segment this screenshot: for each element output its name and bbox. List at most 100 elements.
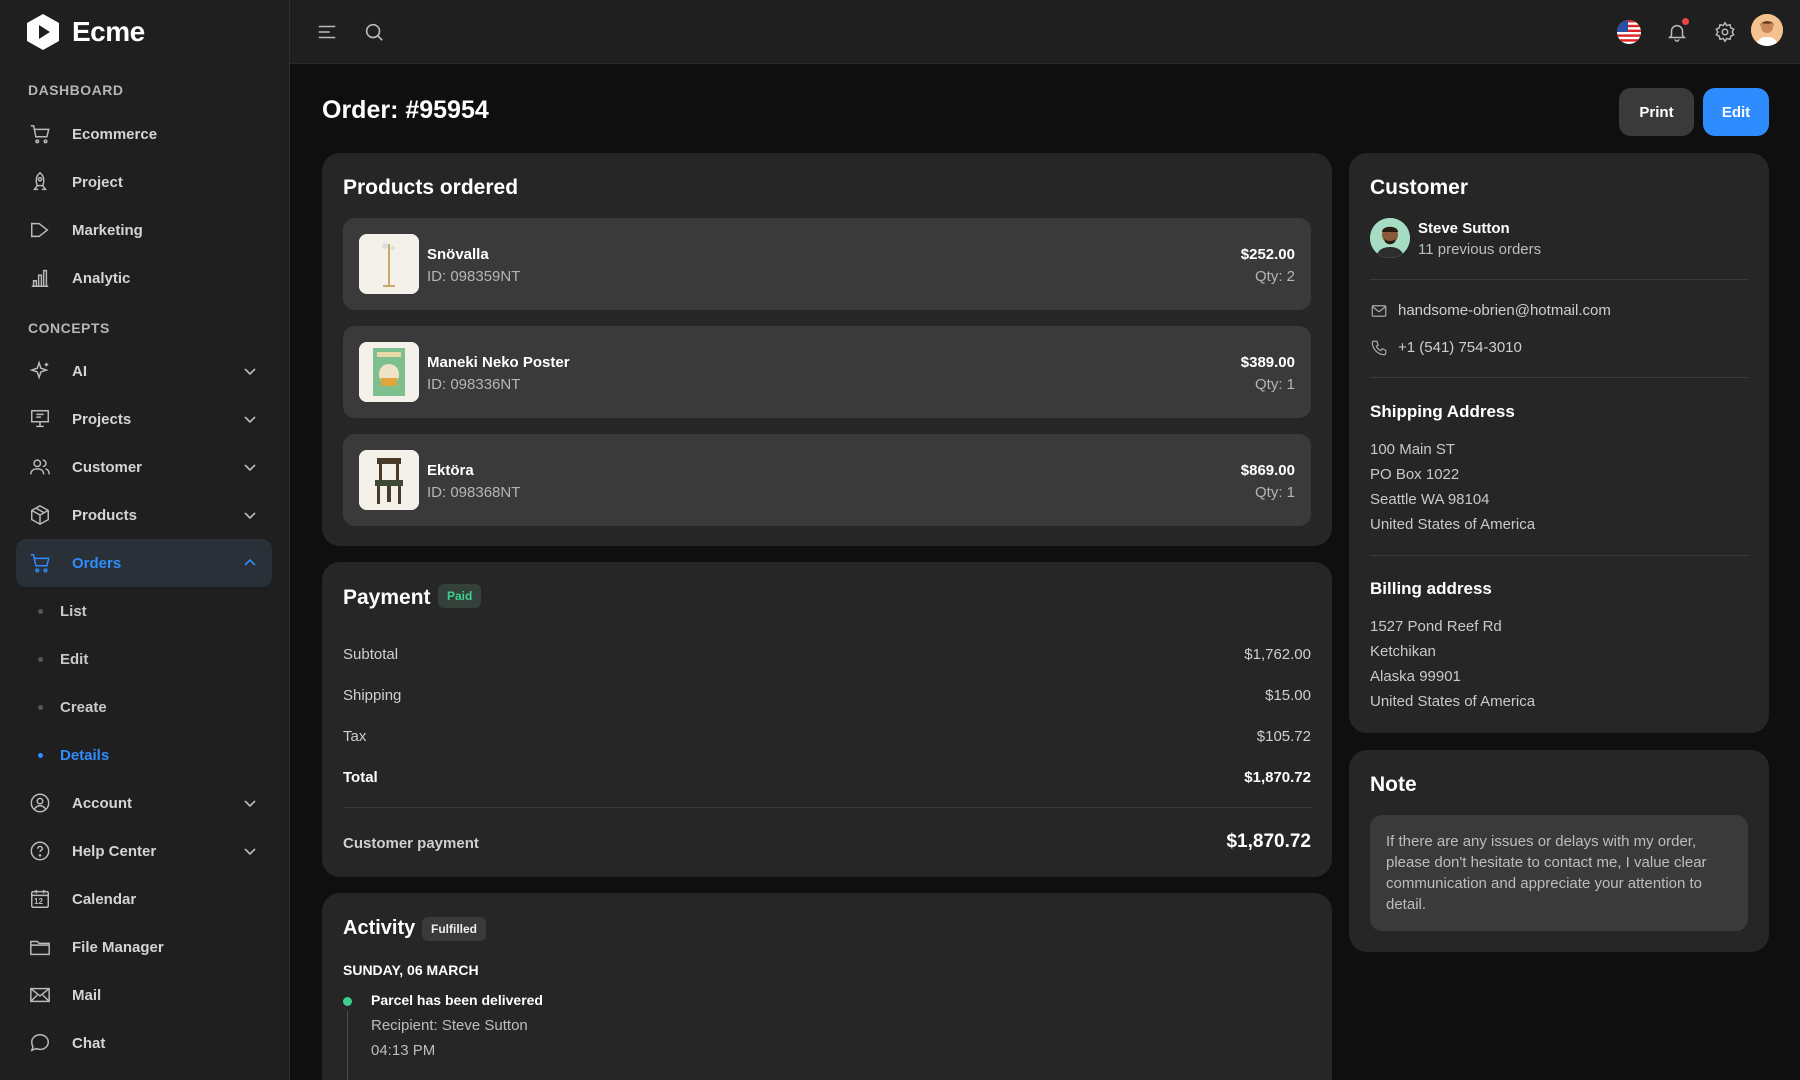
payment-value: $1,762.00 xyxy=(1244,646,1311,663)
product-price: $252.00 xyxy=(1240,246,1295,263)
sidebar-item-project[interactable]: Project xyxy=(16,158,272,206)
sidebar-item-marketing[interactable]: Marketing xyxy=(16,206,272,254)
phone-icon xyxy=(1370,339,1388,357)
sidebar-subitem-label: Create xyxy=(60,698,107,716)
chevron-up-icon xyxy=(244,558,256,566)
product-image-chair xyxy=(359,450,419,510)
customer-phone[interactable]: +1 (541) 754-3010 xyxy=(1398,339,1522,356)
search-icon[interactable] xyxy=(362,20,386,44)
customer-email[interactable]: handsome-obrien@hotmail.com xyxy=(1398,302,1611,319)
box-icon xyxy=(28,503,52,527)
sidebar-item-help-center[interactable]: Help Center xyxy=(16,827,272,875)
edit-button[interactable]: Edit xyxy=(1703,88,1769,136)
megaphone-icon xyxy=(28,218,52,242)
shipping-line: United States of America xyxy=(1370,516,1536,533)
sidebar-item-chat[interactable]: Chat xyxy=(16,1019,272,1067)
sidebar-subitem-create[interactable]: Create xyxy=(16,687,272,727)
product-qty: Qty: 1 xyxy=(1254,376,1295,393)
folder-icon xyxy=(28,935,52,959)
menu-toggle-icon[interactable] xyxy=(315,20,339,44)
sidebar-subitem-details[interactable]: Details xyxy=(16,735,272,775)
product-name: Ektöra xyxy=(427,462,474,479)
sidebar-item-label: Projects xyxy=(72,410,132,428)
sidebar-item-label: AI xyxy=(72,362,87,380)
status-badge: Paid xyxy=(438,584,482,608)
presentation-icon xyxy=(28,407,52,431)
sidebar-item-ai[interactable]: AI xyxy=(16,347,272,395)
customer-payment-value: $1,870.72 xyxy=(1226,831,1311,852)
customer-name[interactable]: Steve Sutton xyxy=(1418,220,1510,237)
sparkle-icon xyxy=(28,359,52,383)
payment-title: Payment xyxy=(343,586,431,609)
section-dashboard: DASHBOARD xyxy=(28,82,124,98)
activity-card: Activity Fulfilled SUNDAY, 06 MARCH Parc… xyxy=(322,893,1332,1080)
sidebar-subitem-edit[interactable]: Edit xyxy=(16,639,272,679)
sidebar-item-customer[interactable]: Customer xyxy=(16,443,272,491)
sidebar-item-calendar[interactable]: 12 Calendar xyxy=(16,875,272,923)
bar-chart-icon xyxy=(28,266,52,290)
status-badge: Fulfilled xyxy=(422,917,486,941)
sidebar-item-orders[interactable]: Orders xyxy=(16,539,272,587)
sidebar-item-ecommerce[interactable]: Ecommerce xyxy=(16,110,272,158)
chevron-down-icon xyxy=(244,368,256,376)
avatar[interactable] xyxy=(1751,14,1783,46)
payment-label: Total xyxy=(343,769,378,786)
sidebar-item-mail[interactable]: Mail xyxy=(16,971,272,1019)
payment-value: $1,870.72 xyxy=(1244,769,1311,786)
chevron-down-icon xyxy=(244,800,256,808)
divider xyxy=(343,807,1311,808)
brand[interactable]: Ecme xyxy=(24,12,145,52)
event-title: Parcel has been delivered xyxy=(371,992,543,1008)
customer-card: Customer Steve Sutton 11 previous orders… xyxy=(1349,153,1769,733)
us-flag-icon[interactable] xyxy=(1617,20,1641,44)
sidebar-item-label: Account xyxy=(72,794,132,812)
sidebar-subitem-label: Edit xyxy=(60,650,89,668)
shipping-address-title: Shipping Address xyxy=(1370,402,1515,421)
rocket-icon xyxy=(28,170,52,194)
note-text: If there are any issues or delays with m… xyxy=(1370,815,1748,931)
product-row[interactable]: Snövalla ID: 098359NT $252.00 Qty: 2 xyxy=(343,218,1311,310)
product-price: $869.00 xyxy=(1240,462,1295,479)
sidebar: Ecme DASHBOARD Ecommerce Project Marketi… xyxy=(0,0,290,1080)
billing-line: Ketchikan xyxy=(1370,643,1436,660)
timeline-line xyxy=(347,1011,348,1080)
customer-avatar[interactable] xyxy=(1370,218,1410,258)
sidebar-item-label: Products xyxy=(72,506,138,524)
sidebar-item-label: Ecommerce xyxy=(72,125,158,143)
sidebar-item-projects[interactable]: Projects xyxy=(16,395,272,443)
calendar-day: 12 xyxy=(34,897,43,906)
event-time: 04:13 PM xyxy=(371,1042,436,1059)
bell-icon[interactable] xyxy=(1665,18,1689,44)
sidebar-subitem-list[interactable]: List xyxy=(16,591,272,631)
sidebar-item-file-manager[interactable]: File Manager xyxy=(16,923,272,971)
shipping-line: 100 Main ST xyxy=(1370,441,1456,458)
product-name: Snövalla xyxy=(427,246,489,263)
sidebar-item-analytic[interactable]: Analytic xyxy=(16,254,272,302)
print-button[interactable]: Print xyxy=(1619,88,1694,136)
bullet xyxy=(38,608,43,614)
note-title: Note xyxy=(1370,773,1417,796)
product-image-lamp xyxy=(359,234,419,294)
sidebar-item-products[interactable]: Products xyxy=(16,491,272,539)
billing-line: 1527 Pond Reef Rd xyxy=(1370,618,1502,635)
product-row[interactable]: Ektöra ID: 098368NT $869.00 Qty: 1 xyxy=(343,434,1311,526)
product-id: ID: 098368NT xyxy=(427,484,521,501)
activity-date: SUNDAY, 06 MARCH xyxy=(343,962,479,978)
products-card: Products ordered Snövalla ID: 098359NT $… xyxy=(322,153,1332,546)
calendar-icon: 12 xyxy=(28,887,52,911)
sidebar-item-label: File Manager xyxy=(72,938,164,956)
product-qty: Qty: 1 xyxy=(1254,484,1295,501)
cart-icon xyxy=(28,122,52,146)
product-row[interactable]: Maneki Neko Poster ID: 098336NT $389.00 … xyxy=(343,326,1311,418)
sidebar-item-account[interactable]: Account xyxy=(16,779,272,827)
divider xyxy=(1370,555,1748,556)
divider xyxy=(1370,377,1748,378)
payment-label: Subtotal xyxy=(343,646,399,663)
product-name: Maneki Neko Poster xyxy=(427,354,570,371)
products-title: Products ordered xyxy=(343,176,519,199)
sidebar-item-label: Mail xyxy=(72,986,102,1004)
shipping-line: PO Box 1022 xyxy=(1370,466,1460,483)
timeline-dot xyxy=(343,997,352,1006)
gear-icon[interactable] xyxy=(1713,20,1737,44)
payment-value: $105.72 xyxy=(1256,728,1311,745)
